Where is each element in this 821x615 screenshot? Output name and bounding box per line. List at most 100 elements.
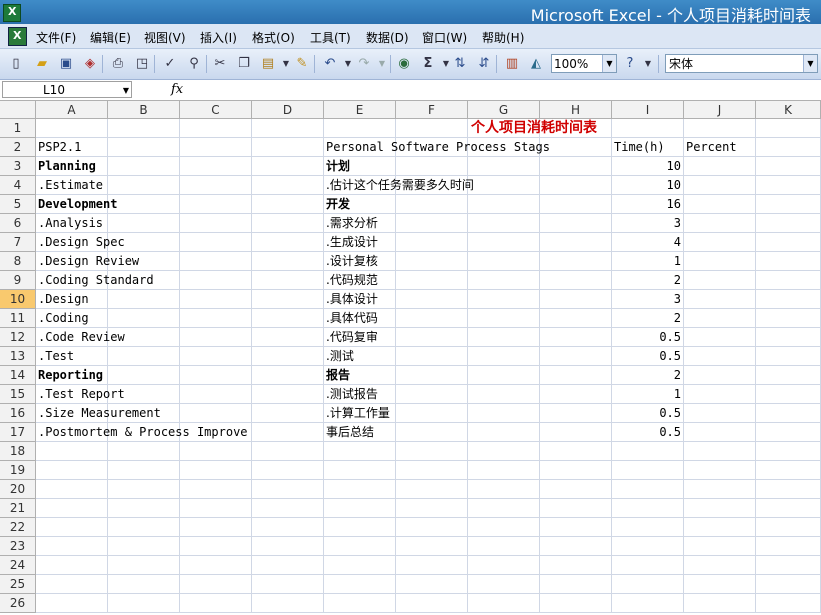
cell-j15[interactable]: [684, 385, 756, 404]
cell-f21[interactable]: [396, 499, 468, 518]
menu-file[interactable]: 文件(F): [36, 29, 76, 46]
menu-view[interactable]: 视图(V): [144, 29, 186, 46]
column-header-g[interactable]: G: [468, 101, 540, 119]
psp-item-5[interactable]: .Design Spec: [36, 233, 324, 252]
process-stage-3[interactable]: 开发: [324, 195, 612, 214]
psp-item-13[interactable]: .Test Report: [36, 385, 324, 404]
cell-c19[interactable]: [180, 461, 252, 480]
time-value-9[interactable]: 2: [612, 309, 684, 328]
row-header-25[interactable]: 25: [0, 575, 36, 594]
row-header-18[interactable]: 18: [0, 442, 36, 461]
cell-k12[interactable]: [756, 328, 821, 347]
worksheet-grid[interactable]: A B C D E F G H I J K 1 2 3 4 5 6 7 8 9 10 11 12 13 14 15 16 17 18 19…: [0, 101, 821, 615]
cell-a22[interactable]: [36, 518, 108, 537]
row-header-14[interactable]: 14: [0, 366, 36, 385]
row-header-5[interactable]: 5: [0, 195, 36, 214]
cell-b25[interactable]: [108, 575, 180, 594]
cell-k21[interactable]: [756, 499, 821, 518]
cell-i19[interactable]: [612, 461, 684, 480]
row-header-4[interactable]: 4: [0, 176, 36, 195]
cell-k23[interactable]: [756, 537, 821, 556]
time-value-1[interactable]: 10: [612, 157, 684, 176]
cell-b18[interactable]: [108, 442, 180, 461]
cell-e26[interactable]: [324, 594, 396, 613]
print-icon[interactable]: ⎙: [110, 56, 126, 72]
row-header-2[interactable]: 2: [0, 138, 36, 157]
process-stage-15[interactable]: 事后总结: [324, 423, 612, 442]
cell-a25[interactable]: [36, 575, 108, 594]
cell-h21[interactable]: [540, 499, 612, 518]
cell-d21[interactable]: [252, 499, 324, 518]
cell-i20[interactable]: [612, 480, 684, 499]
psp-item-3[interactable]: Development: [36, 195, 324, 214]
psp-item-8[interactable]: .Design: [36, 290, 324, 309]
process-stage-8[interactable]: .具体设计: [324, 290, 612, 309]
process-stage-1[interactable]: 计划: [324, 157, 612, 176]
cell-c24[interactable]: [180, 556, 252, 575]
cell-h22[interactable]: [540, 518, 612, 537]
cell-k17[interactable]: [756, 423, 821, 442]
cell-h18[interactable]: [540, 442, 612, 461]
cell-k11[interactable]: [756, 309, 821, 328]
cell-b22[interactable]: [108, 518, 180, 537]
cell-e19[interactable]: [324, 461, 396, 480]
row-header-10[interactable]: 10: [0, 290, 36, 309]
zoom-select[interactable]: 100% ▼: [551, 54, 617, 73]
cell-j24[interactable]: [684, 556, 756, 575]
cell-j4[interactable]: [684, 176, 756, 195]
excel-app-icon[interactable]: X: [3, 4, 21, 22]
cell-j17[interactable]: [684, 423, 756, 442]
insert-function-icon[interactable]: fx: [171, 82, 183, 97]
name-box[interactable]: L10 ▼: [2, 81, 132, 98]
process-stage-4[interactable]: .需求分析: [324, 214, 612, 233]
row-header-3[interactable]: 3: [0, 157, 36, 176]
cell-h24[interactable]: [540, 556, 612, 575]
cell-g20[interactable]: [468, 480, 540, 499]
redo-icon[interactable]: ↷: [356, 56, 372, 72]
psp-item-10[interactable]: .Code Review: [36, 328, 324, 347]
cell-e21[interactable]: [324, 499, 396, 518]
cell-k5[interactable]: [756, 195, 821, 214]
column-header-b[interactable]: B: [108, 101, 180, 119]
cell-k2[interactable]: [756, 138, 821, 157]
process-stage-12[interactable]: 报告: [324, 366, 612, 385]
menu-format[interactable]: 格式(O): [252, 29, 295, 46]
cell-d25[interactable]: [252, 575, 324, 594]
cell-d18[interactable]: [252, 442, 324, 461]
cell-j21[interactable]: [684, 499, 756, 518]
process-stage-14[interactable]: .计算工作量: [324, 404, 612, 423]
cell-f23[interactable]: [396, 537, 468, 556]
cell-d23[interactable]: [252, 537, 324, 556]
cell-d1[interactable]: [252, 119, 324, 138]
column-header-d[interactable]: D: [252, 101, 324, 119]
cell-i23[interactable]: [612, 537, 684, 556]
time-value-10[interactable]: 0.5: [612, 328, 684, 347]
cell-k9[interactable]: [756, 271, 821, 290]
cell-k13[interactable]: [756, 347, 821, 366]
row-header-23[interactable]: 23: [0, 537, 36, 556]
redo-dropdown-icon[interactable]: ▼: [374, 56, 390, 72]
cell-e23[interactable]: [324, 537, 396, 556]
new-document-icon[interactable]: ▯: [8, 56, 24, 72]
column-header-h[interactable]: H: [540, 101, 612, 119]
cell-j6[interactable]: [684, 214, 756, 233]
row-header-17[interactable]: 17: [0, 423, 36, 442]
menu-tools[interactable]: 工具(T): [310, 29, 351, 46]
print-preview-icon[interactable]: ◳: [134, 56, 150, 72]
column-header-i[interactable]: I: [612, 101, 684, 119]
format-painter-icon[interactable]: ✎: [294, 56, 310, 72]
cell-f19[interactable]: [396, 461, 468, 480]
cell-a1[interactable]: [36, 119, 108, 138]
cell-k4[interactable]: [756, 176, 821, 195]
cell-k10[interactable]: [756, 290, 821, 309]
row-header-24[interactable]: 24: [0, 556, 36, 575]
help-icon[interactable]: ?: [622, 56, 638, 72]
cell-j1[interactable]: [684, 119, 756, 138]
header-percent[interactable]: Percent: [684, 138, 756, 157]
cell-k3[interactable]: [756, 157, 821, 176]
row-header-8[interactable]: 8: [0, 252, 36, 271]
cell-a26[interactable]: [36, 594, 108, 613]
cell-i24[interactable]: [612, 556, 684, 575]
row-header-20[interactable]: 20: [0, 480, 36, 499]
column-header-a[interactable]: A: [36, 101, 108, 119]
